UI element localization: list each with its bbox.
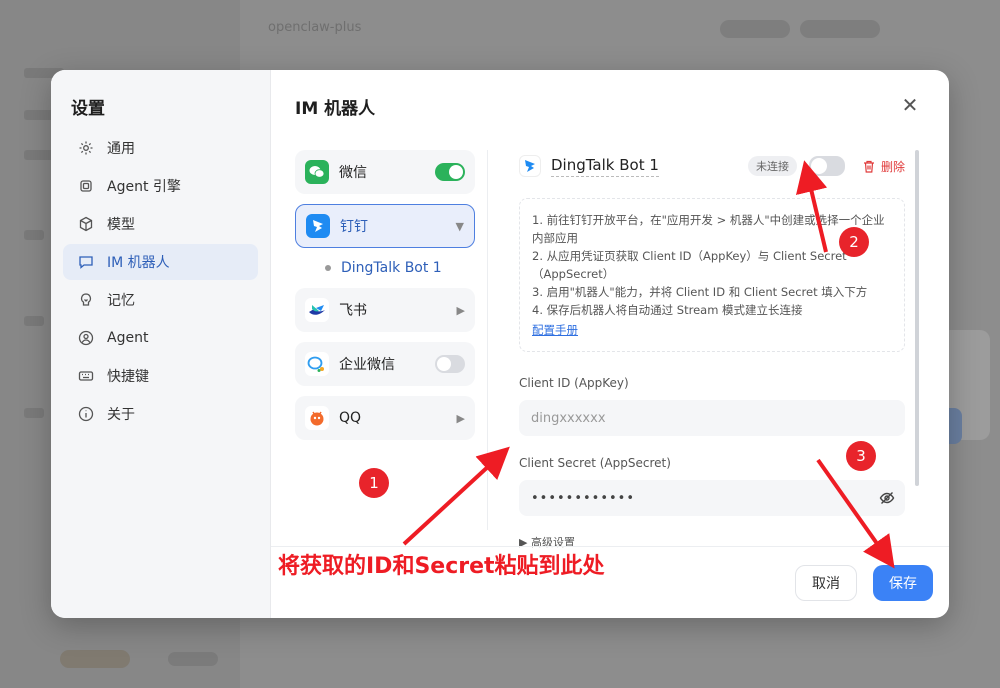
background-badge: [60, 650, 130, 668]
nav-item-label: 通用: [107, 141, 135, 157]
qq-logo-icon: [305, 406, 329, 430]
platform-label: 企业微信: [339, 357, 395, 373]
platform-feishu[interactable]: 飞书 ▶: [295, 288, 475, 332]
sub-bot-label: DingTalk Bot 1: [341, 260, 442, 276]
nav-item-im-bots[interactable]: IM 机器人: [63, 244, 258, 280]
gear-icon: [77, 139, 95, 157]
nav-item-label: Agent: [107, 330, 149, 346]
config-manual-link[interactable]: 配置手册: [532, 321, 578, 339]
background-nav-item: [24, 408, 44, 418]
annotation-marker-1: 1: [359, 468, 389, 498]
bot-name[interactable]: DingTalk Bot 1: [551, 156, 659, 177]
background-status-pill: [720, 20, 790, 38]
platform-label: 飞书: [339, 303, 367, 319]
sub-bot-item[interactable]: DingTalk Bot 1: [295, 254, 475, 282]
nav-item-memory[interactable]: 记忆: [63, 282, 258, 318]
eye-off-icon[interactable]: [879, 490, 895, 510]
cube-icon: [77, 215, 95, 233]
nav-item-shortcuts[interactable]: 快捷键: [63, 358, 258, 394]
guide-step: 4. 保存后机器人将自动通过 Stream 模式建立长连接: [532, 303, 803, 317]
bot-enable-toggle[interactable]: [808, 156, 845, 176]
caret-right-icon[interactable]: ▶: [457, 412, 465, 425]
client-secret-value: ••••••••••••: [531, 490, 636, 506]
nav-item-label: 快捷键: [107, 369, 149, 385]
background-toolbar-pill: [800, 20, 880, 38]
keyboard-icon: [77, 367, 95, 385]
info-icon: [77, 405, 95, 423]
wecom-toggle[interactable]: [435, 355, 465, 373]
caret-right-icon[interactable]: ▶: [457, 304, 465, 317]
annotation-caption: 将获取的ID和Secret粘贴到此处: [278, 554, 605, 579]
client-secret-input[interactable]: ••••••••••••: [519, 480, 905, 516]
memory-icon: [77, 291, 95, 309]
client-id-label: Client ID (AppKey): [519, 376, 629, 390]
nav-item-label: 关于: [107, 407, 135, 423]
settings-dialog: 设置 通用 Agent 引擎 模型 IM 机器人 记忆 Agent 快捷键 关于…: [51, 70, 949, 618]
nav-item-about[interactable]: 关于: [63, 396, 258, 432]
background-footer-item: [168, 652, 218, 666]
bot-header: DingTalk Bot 1 未连接 删除: [519, 148, 905, 184]
guide-step: 3. 启用"机器人"能力，并将 Client ID 和 Client Secre…: [532, 285, 868, 299]
bullet-icon: [325, 265, 331, 271]
bot-detail: DingTalk Bot 1 未连接 删除 1. 前往钉钉开放平台，在"应用开发…: [519, 148, 905, 548]
nav-item-agent-engine[interactable]: Agent 引擎: [63, 168, 258, 204]
save-button[interactable]: 保存: [873, 565, 933, 601]
panel-title: IM 机器人: [295, 99, 376, 119]
background-nav-item: [24, 110, 54, 120]
panel-divider: [487, 150, 488, 530]
scrollbar[interactable]: [915, 150, 919, 486]
delete-button[interactable]: 删除: [863, 158, 905, 175]
nav-item-general[interactable]: 通用: [63, 130, 258, 166]
status-badge: 未连接: [747, 156, 797, 176]
trash-icon: [863, 160, 874, 173]
nav-item-agent[interactable]: Agent: [63, 320, 258, 356]
wecom-logo-icon: [305, 352, 329, 376]
platform-list: 微信 钉钉 ▼ DingTalk Bot 1 飞书 ▶ 企业微信 QQ ▶: [295, 150, 475, 450]
nav-item-models[interactable]: 模型: [63, 206, 258, 242]
platform-label: 微信: [339, 165, 367, 181]
caret-down-icon[interactable]: ▼: [456, 220, 464, 233]
background-nav-item: [24, 150, 54, 160]
client-id-input[interactable]: dingxxxxxx: [519, 400, 905, 436]
annotation-marker-3: 3: [846, 441, 876, 471]
settings-sidebar: 设置 通用 Agent 引擎 模型 IM 机器人 记忆 Agent 快捷键 关于: [51, 70, 271, 618]
setup-guide: 1. 前往钉钉开放平台，在"应用开发 > 机器人"中创建或选择一个企业内部应用 …: [519, 198, 905, 352]
user-icon: [77, 329, 95, 347]
chip-icon: [77, 177, 95, 195]
guide-step: 2. 从应用凭证页获取 Client ID（AppKey）与 Client Se…: [532, 249, 847, 281]
nav-item-label: 模型: [107, 217, 135, 233]
guide-step: 1. 前往钉钉开放平台，在"应用开发 > 机器人"中创建或选择一个企业内部应用: [532, 213, 885, 245]
nav-item-label: Agent 引擎: [107, 179, 181, 195]
cancel-button[interactable]: 取消: [795, 565, 857, 601]
platform-wecom[interactable]: 企业微信: [295, 342, 475, 386]
background-nav-item: [24, 316, 44, 326]
close-icon: ✕: [901, 93, 919, 117]
chat-icon: [77, 253, 95, 271]
im-bots-panel: IM 机器人 ✕ 微信 钉钉 ▼ DingTalk Bot 1 飞书 ▶ 企业微…: [271, 70, 949, 618]
platform-label: 钉钉: [340, 219, 368, 235]
nav-item-label: 记忆: [107, 293, 135, 309]
wechat-logo-icon: [305, 160, 329, 184]
background-nav-item: [24, 230, 44, 240]
background-title: openclaw-plus: [268, 20, 362, 35]
delete-label: 删除: [880, 159, 905, 174]
platform-dingtalk[interactable]: 钉钉 ▼: [295, 204, 475, 248]
settings-title: 设置: [71, 99, 105, 119]
platform-wechat[interactable]: 微信: [295, 150, 475, 194]
dingtalk-logo-icon: [519, 155, 541, 177]
settings-nav-list: 通用 Agent 引擎 模型 IM 机器人 记忆 Agent 快捷键 关于: [63, 130, 258, 434]
dingtalk-logo-icon: [306, 214, 330, 238]
close-button[interactable]: ✕: [899, 93, 921, 117]
wechat-toggle[interactable]: [435, 163, 465, 181]
platform-qq[interactable]: QQ ▶: [295, 396, 475, 440]
annotation-marker-2: 2: [839, 227, 869, 257]
feishu-logo-icon: [305, 298, 329, 322]
platform-label: QQ: [339, 410, 362, 426]
nav-item-label: IM 机器人: [107, 255, 170, 271]
